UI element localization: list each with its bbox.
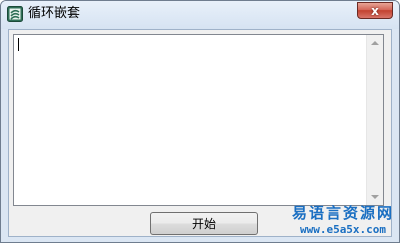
text-caret (18, 38, 19, 51)
close-button[interactable]: x (357, 2, 393, 19)
app-window: 循环嵌套 x 开始 易语言资源网 www.e5a5x.com (0, 0, 400, 243)
watermark: 易语言资源网 www.e5a5x.com (287, 204, 399, 236)
scroll-down-arrow-icon[interactable] (371, 195, 379, 199)
app-icon (7, 6, 23, 22)
scroll-up-arrow-icon[interactable] (371, 41, 379, 45)
title-bar[interactable]: 循环嵌套 x (1, 1, 399, 29)
close-icon: x (371, 3, 379, 18)
window-title: 循环嵌套 (28, 6, 81, 21)
output-textbox[interactable] (13, 34, 384, 206)
watermark-site-name: 易语言资源网 (291, 204, 394, 222)
vertical-scrollbar[interactable] (366, 35, 383, 205)
start-button[interactable]: 开始 (150, 212, 258, 235)
watermark-url: www.e5a5x.com (299, 223, 387, 236)
